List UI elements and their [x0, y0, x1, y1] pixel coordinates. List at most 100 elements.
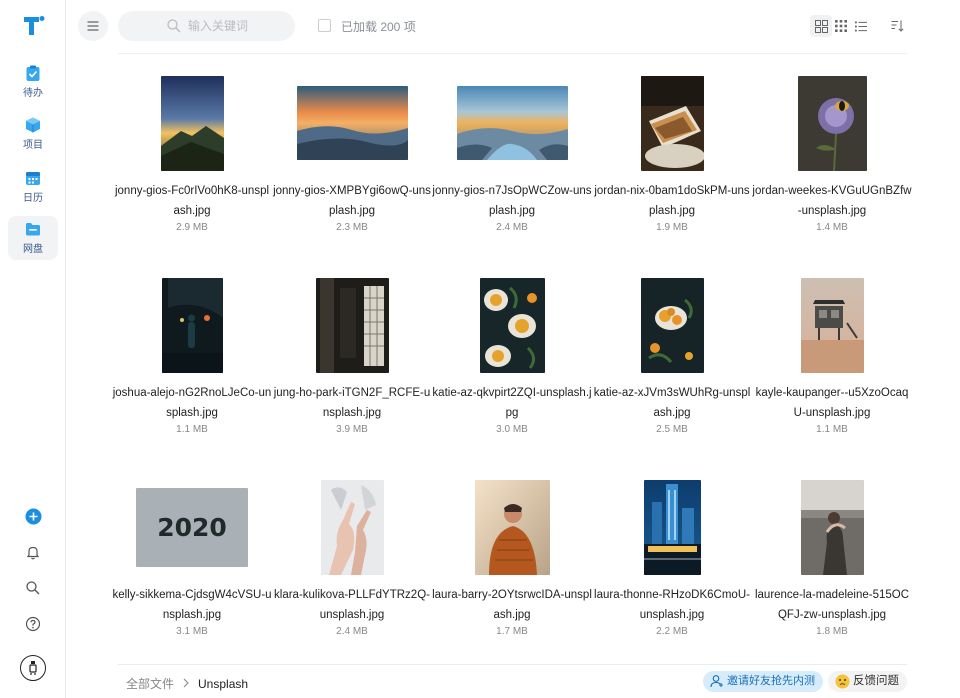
list-icon: [855, 21, 867, 31]
file-thumbnail: [479, 277, 545, 373]
file-card[interactable]: klara-kulikova-PLLFdYTRz2Q-unsplash.jpg …: [272, 474, 432, 664]
sidebar: 待办 项目 日历 网盘: [0, 0, 66, 698]
thumbnail-text: 2020: [157, 513, 227, 542]
drive-folder-icon: [26, 223, 40, 236]
file-thumbnail: [474, 479, 550, 575]
add-user-icon: [710, 675, 723, 688]
file-name: laurence-la-madeleine-515OCQFJ-zw-unspla…: [754, 589, 910, 621]
nav-label-calendar: 日历: [23, 193, 43, 204]
file-name: klara-kulikova-PLLFdYTRz2Q-unsplash.jpg: [274, 589, 430, 621]
breadcrumb-root[interactable]: 全部文件: [126, 675, 174, 692]
file-size: 1.4 MB: [816, 222, 848, 233]
breadcrumb: 全部文件 Unsplash: [126, 675, 248, 692]
toolbar-divider: [118, 53, 907, 54]
file-name: jung-ho-park-iTGN2F_RCFE-unsplash.jpg: [273, 387, 431, 419]
file-thumbnail: [643, 479, 701, 575]
file-name: kelly-sikkema-CjdsgW4cVSU-unsplash.jpg: [112, 589, 272, 621]
file-card[interactable]: katie-az-xJVm3sWUhRg-unsplash.jpg 2.5 MB: [592, 272, 752, 462]
file-size: 2.9 MB: [176, 222, 208, 233]
hamburger-menu-icon: [87, 21, 99, 31]
menu-button[interactable]: [78, 11, 108, 41]
file-size: 2.4 MB: [496, 222, 528, 233]
file-card[interactable]: laurence-la-madeleine-515OCQFJ-zw-unspla…: [752, 474, 912, 664]
file-size: 1.1 MB: [176, 424, 208, 435]
file-name: jonny-gios-Fc0rIVo0hK8-unsplash.jpg: [114, 185, 270, 217]
file-thumbnail: [800, 479, 864, 575]
notifications-button[interactable]: [23, 542, 43, 562]
breadcrumb-current: Unsplash: [198, 676, 249, 691]
file-name: katie-az-xJVm3sWUhRg-unsplash.jpg: [593, 387, 751, 419]
file-card[interactable]: joshua-alejo-nG2RnoLJeCo-unsplash.jpg 1.…: [112, 272, 272, 462]
file-card[interactable]: katie-az-qkvpirt2ZQI-unsplash.jpg 3.0 MB: [432, 272, 592, 462]
file-size: 1.7 MB: [496, 626, 528, 637]
file-size: 2.4 MB: [336, 626, 368, 637]
file-thumbnail: [161, 277, 223, 373]
small-grid-view-button[interactable]: [830, 15, 852, 37]
plus-icon: [25, 508, 41, 524]
search-input[interactable]: [188, 19, 298, 33]
avatar-figure-icon: [29, 661, 37, 675]
file-card[interactable]: jordan-weekes-KVGuUGnBZfw-unsplash.jpg 1…: [752, 70, 912, 260]
file-name: laura-thonne-RHzoDK6CmoU-unsplash.jpg: [594, 589, 750, 621]
file-card[interactable]: jung-ho-park-iTGN2F_RCFE-unsplash.jpg 3.…: [272, 272, 432, 462]
search-icon: [167, 19, 181, 33]
sort-button[interactable]: [886, 15, 908, 37]
file-name: jonny-gios-XMPBYgi6owQ-unsplash.jpg: [273, 185, 431, 217]
file-card[interactable]: jonny-gios-XMPBYgi6owQ-unsplash.jpg 2.3 …: [272, 70, 432, 260]
add-button[interactable]: [23, 506, 43, 526]
file-card[interactable]: laura-thonne-RHzoDK6CmoU-unsplash.jpg 2.…: [592, 474, 752, 664]
file-thumbnail: [320, 479, 384, 575]
nav-item-projects[interactable]: 项目: [8, 112, 58, 156]
global-search-button[interactable]: [23, 578, 43, 598]
search-box[interactable]: [118, 11, 298, 41]
file-name: kayle-kaupanger--u5XzoOcaqU-unsplash.jpg: [755, 387, 909, 419]
file-size: 3.0 MB: [496, 424, 528, 435]
nav-item-drive[interactable]: 网盘: [8, 216, 58, 260]
file-card[interactable]: kayle-kaupanger--u5XzoOcaqU-unsplash.jpg…: [752, 272, 912, 462]
file-thumbnail: [296, 86, 408, 160]
invite-label: 邀请好友抢先内测: [727, 675, 815, 687]
file-size: 2.5 MB: [656, 424, 688, 435]
nav-label-todo: 待办: [23, 88, 43, 99]
file-card[interactable]: laura-barry-2OYtsrwcIDA-unsplash.jpg 1.7…: [432, 474, 592, 664]
emoji-face-icon: [835, 674, 850, 689]
file-card[interactable]: 2020 kelly-sikkema-CjdsgW4cVSU-unsplash.…: [112, 474, 272, 664]
file-thumbnail: [315, 277, 389, 373]
help-icon: [25, 616, 41, 632]
user-avatar[interactable]: [20, 655, 46, 681]
file-size: 2.2 MB: [656, 626, 688, 637]
todo-clipboard-icon: [26, 65, 40, 81]
project-cube-icon: [26, 117, 40, 133]
list-view-button[interactable]: [850, 15, 872, 37]
file-size: 3.9 MB: [336, 424, 368, 435]
app-logo-icon: [22, 14, 46, 38]
file-thumbnail: [640, 75, 704, 171]
file-name: jordan-weekes-KVGuUGnBZfw-unsplash.jpg: [752, 185, 912, 217]
feedback-button[interactable]: 反馈问题: [828, 671, 907, 692]
help-button[interactable]: [23, 614, 43, 634]
file-size: 1.9 MB: [656, 222, 688, 233]
nav-item-calendar[interactable]: 日历: [8, 165, 58, 209]
file-thumbnail: [797, 75, 867, 171]
file-name: jordan-nix-0bam1doSkPM-unsplash.jpg: [594, 185, 750, 217]
calendar-icon: [26, 172, 40, 185]
file-size: 1.8 MB: [816, 626, 848, 637]
file-name: jonny-gios-n7JsOpWCZow-unsplash.jpg: [432, 185, 592, 217]
file-card[interactable]: jordan-nix-0bam1doSkPM-unsplash.jpg 1.9 …: [592, 70, 752, 260]
search-icon: [26, 581, 40, 595]
nav-item-todo[interactable]: 待办: [8, 60, 58, 104]
chevron-right-icon: [182, 677, 190, 691]
loaded-count-label: 已加载 200 项: [341, 20, 416, 34]
file-size: 1.1 MB: [816, 424, 848, 435]
file-thumbnail: [640, 277, 704, 373]
file-thumbnail: 2020: [136, 487, 248, 567]
grid-large-icon: [814, 19, 828, 33]
file-name: joshua-alejo-nG2RnoLJeCo-unsplash.jpg: [112, 387, 272, 419]
file-card[interactable]: jonny-gios-n7JsOpWCZow-unsplash.jpg 2.4 …: [432, 70, 592, 260]
select-all-checkbox[interactable]: [318, 19, 331, 32]
large-grid-view-button[interactable]: [810, 15, 832, 37]
nav-label-drive: 网盘: [23, 244, 43, 255]
invite-friends-button[interactable]: 邀请好友抢先内测: [703, 671, 823, 692]
file-size: 2.3 MB: [336, 222, 368, 233]
file-card[interactable]: jonny-gios-Fc0rIVo0hK8-unsplash.jpg 2.9 …: [112, 70, 272, 260]
